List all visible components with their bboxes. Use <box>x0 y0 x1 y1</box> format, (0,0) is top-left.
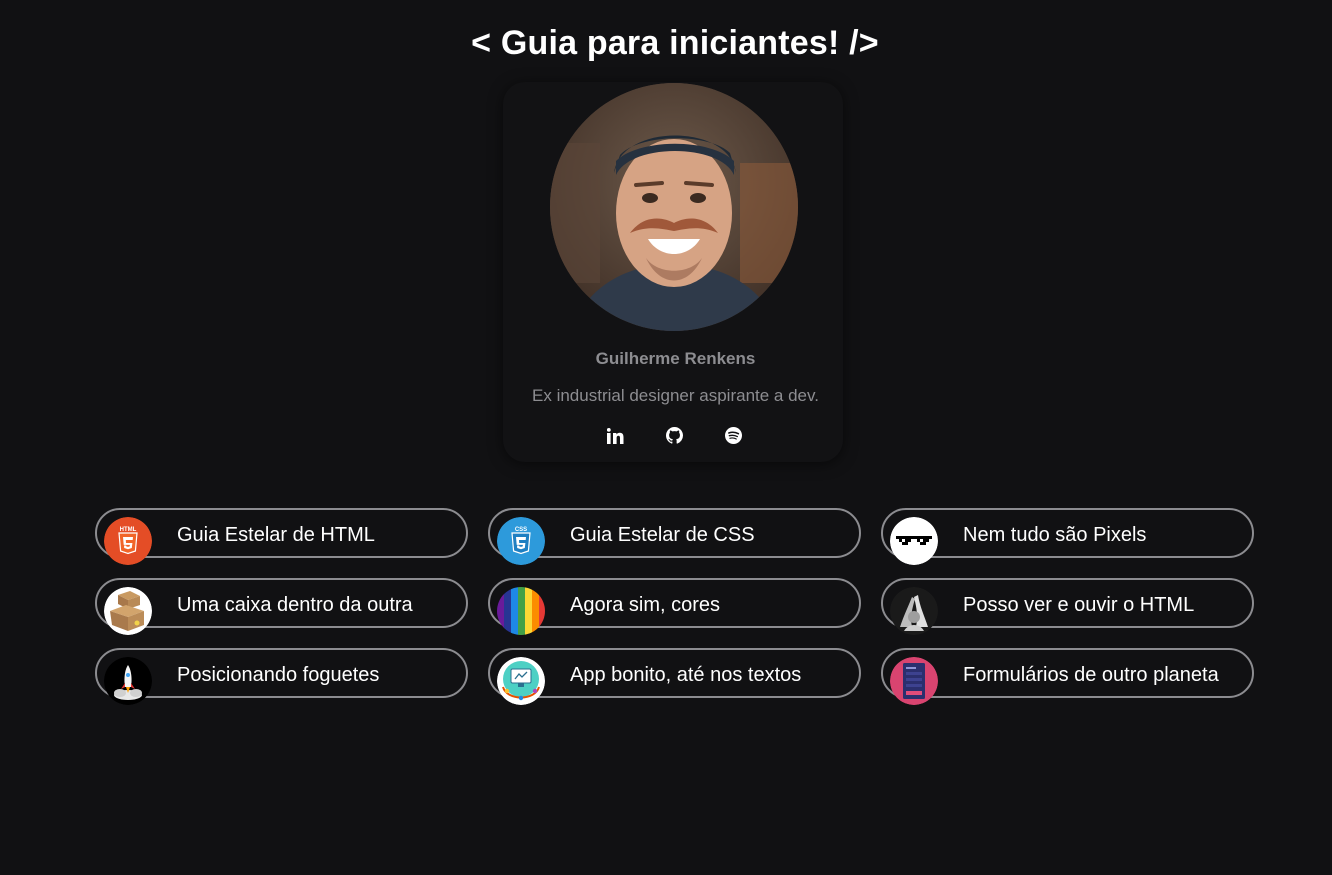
form-icon <box>890 657 938 705</box>
links-grid: HTML Guia Estelar de HTML CSS Guia Estel… <box>95 508 1255 705</box>
spotify-link[interactable] <box>722 427 744 449</box>
link-label: Uma caixa dentro da outra <box>177 594 413 616</box>
svg-text:HTML: HTML <box>120 527 137 533</box>
link-label: Guia Estelar de CSS <box>570 524 755 546</box>
link-label: Agora sim, cores <box>570 594 721 616</box>
link-card-forms[interactable]: Formulários de outro planeta <box>881 648 1254 705</box>
link-card-rockets[interactable]: Posicionando foguetes <box>95 648 468 705</box>
github-link[interactable] <box>663 427 685 449</box>
link-card-colors[interactable]: Agora sim, cores <box>488 578 861 635</box>
css3-icon: CSS <box>497 517 545 565</box>
page: < Guia para iniciantes! /> Guilherme Ren… <box>0 0 1332 875</box>
cardboard-boxes-icon <box>104 587 152 635</box>
profile-card: Guilherme Renkens Ex industrial designer… <box>503 82 843 462</box>
link-card-css[interactable]: CSS Guia Estelar de CSS <box>488 508 861 565</box>
link-label: Formulários de outro planeta <box>963 664 1219 686</box>
link-label: App bonito, até nos textos <box>570 664 802 686</box>
profile-bio: Ex industrial designer aspirante a dev. <box>532 386 819 405</box>
link-card-html[interactable]: HTML Guia Estelar de HTML <box>95 508 468 565</box>
app-design-icon <box>497 657 545 705</box>
link-card-boxes[interactable]: Uma caixa dentro da outra <box>95 578 468 635</box>
link-label: Posso ver e ouvir o HTML <box>963 594 1195 616</box>
github-icon <box>665 427 683 449</box>
social-links <box>604 427 744 449</box>
link-label: Nem tudo são Pixels <box>963 524 1147 546</box>
link-card-pixels[interactable]: Nem tudo são Pixels <box>881 508 1254 565</box>
profile-name: Guilherme Renkens <box>595 349 756 368</box>
linkedin-link[interactable] <box>604 427 626 449</box>
rocket-icon <box>104 657 152 705</box>
accessibility-hands-icon <box>890 587 938 635</box>
link-card-app-design[interactable]: App bonito, até nos textos <box>488 648 861 705</box>
page-title: < Guia para iniciantes! /> <box>471 24 879 62</box>
profile-avatar <box>550 83 798 331</box>
linkedin-icon <box>606 427 624 449</box>
link-label: Guia Estelar de HTML <box>177 524 375 546</box>
spotify-icon <box>724 427 742 449</box>
pixel-sunglasses-icon <box>890 517 938 565</box>
link-card-accessibility[interactable]: Posso ver e ouvir o HTML <box>881 578 1254 635</box>
svg-text:CSS: CSS <box>515 527 527 533</box>
rainbow-icon <box>497 587 545 635</box>
link-label: Posicionando foguetes <box>177 664 380 686</box>
html5-icon: HTML <box>104 517 152 565</box>
